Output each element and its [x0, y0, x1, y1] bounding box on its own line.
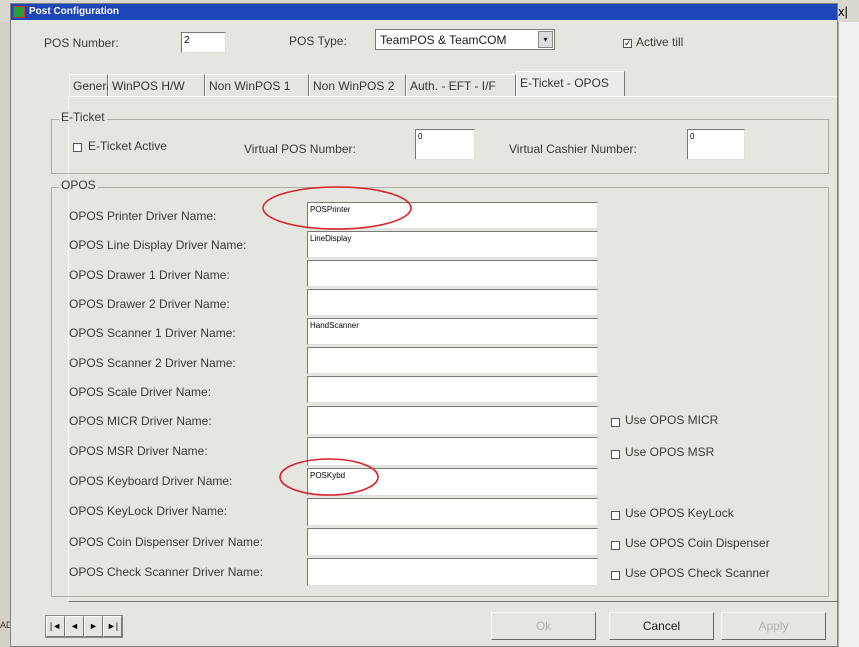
use-opos-coin-dispenser-label: Use OPOS Coin Dispenser	[625, 536, 770, 550]
active-till-checkbox[interactable]: ✓	[623, 39, 632, 48]
opos-printer-label: OPOS Printer Driver Name:	[69, 209, 217, 223]
opos-scanner2-field[interactable]	[307, 347, 598, 374]
opos-micr-label: OPOS MICR Driver Name:	[69, 414, 212, 428]
cancel-button[interactable]: Cancel	[609, 612, 714, 640]
first-record-button[interactable]: |◄	[46, 616, 65, 637]
pos-type-select[interactable]: TeamPOS & TeamCOM ▾	[375, 29, 555, 50]
eticket-group-title: E-Ticket	[59, 110, 107, 124]
opos-group-title: OPOS	[59, 178, 98, 192]
opos-check-scanner-field[interactable]	[307, 558, 598, 586]
record-navigator: |◄ ◄ ► ►|	[45, 615, 123, 638]
window-title: Post Configuration	[29, 6, 119, 17]
use-opos-micr-checkbox[interactable]	[611, 418, 620, 427]
opos-scanner1-label: OPOS Scanner 1 Driver Name:	[69, 326, 236, 340]
virtual-cashier-field[interactable]: 0	[687, 129, 745, 160]
use-opos-check-scanner-checkbox[interactable]	[611, 571, 620, 580]
opos-scanner2-label: OPOS Scanner 2 Driver Name:	[69, 356, 236, 370]
opos-msr-label: OPOS MSR Driver Name:	[69, 444, 208, 458]
tab-auth-eft[interactable]: Auth. - EFT - I/F	[406, 74, 516, 96]
title-bar: Post Configuration	[11, 4, 837, 20]
opos-keylock-label: OPOS KeyLock Driver Name:	[69, 504, 228, 518]
opos-micr-field[interactable]	[307, 406, 598, 435]
use-opos-keylock-checkbox[interactable]	[611, 511, 620, 520]
opos-drawer2-label: OPOS Drawer 2 Driver Name:	[69, 297, 230, 311]
opos-coin-dispenser-field[interactable]	[307, 528, 598, 556]
opos-scanner1-field[interactable]: HandScanner	[307, 318, 598, 345]
app-icon	[13, 6, 25, 18]
opos-printer-field[interactable]: POSPrinter	[307, 202, 598, 229]
last-record-button[interactable]: ►|	[103, 616, 122, 637]
opos-scale-label: OPOS Scale Driver Name:	[69, 385, 212, 399]
use-opos-coin-dispenser-checkbox[interactable]	[611, 541, 620, 550]
tab-non-winpos-2[interactable]: Non WinPOS 2	[309, 74, 406, 96]
use-opos-check-scanner-label: Use OPOS Check Scanner	[625, 566, 770, 580]
use-opos-micr-label: Use OPOS MICR	[625, 413, 719, 427]
next-record-button[interactable]: ►	[84, 616, 103, 637]
eticket-active-label: E-Ticket Active	[88, 139, 167, 153]
virtual-pos-field[interactable]: 0	[415, 129, 475, 160]
virtual-cashier-label: Virtual Cashier Number:	[509, 142, 637, 156]
post-configuration-dialog: Post Configuration POS Number: 2 POS Typ…	[10, 3, 838, 647]
opos-drawer1-label: OPOS Drawer 1 Driver Name:	[69, 268, 230, 282]
use-opos-keylock-label: Use OPOS KeyLock	[625, 506, 734, 520]
use-opos-msr-checkbox[interactable]	[611, 450, 620, 459]
pos-number-label: POS Number:	[44, 36, 119, 50]
opos-keylock-field[interactable]	[307, 498, 598, 526]
opos-drawer2-field[interactable]	[307, 289, 598, 316]
pos-type-label: POS Type:	[289, 34, 347, 48]
opos-keyboard-label: OPOS Keyboard Driver Name:	[69, 474, 233, 488]
opos-scale-field[interactable]	[307, 376, 598, 403]
opos-msr-field[interactable]	[307, 437, 598, 466]
opos-line-display-field[interactable]: LineDisplay	[307, 231, 598, 258]
tab-general[interactable]: General	[69, 74, 116, 96]
previous-record-button[interactable]: ◄	[65, 616, 84, 637]
ok-button[interactable]: Ok	[491, 612, 596, 640]
background-right-panel	[838, 22, 859, 647]
pos-number-field[interactable]: 2	[181, 32, 226, 53]
chevron-down-icon[interactable]: ▾	[538, 31, 553, 48]
opos-keyboard-field[interactable]: POSKybd	[307, 468, 598, 496]
virtual-pos-label: Virtual POS Number:	[244, 142, 356, 156]
opos-coin-dispenser-label: OPOS Coin Dispenser Driver Name:	[69, 535, 264, 549]
pos-type-value: TeamPOS & TeamCOM	[380, 33, 507, 47]
use-opos-msr-label: Use OPOS MSR	[625, 445, 715, 459]
eticket-active-checkbox[interactable]	[73, 143, 82, 152]
opos-check-scanner-label: OPOS Check Scanner Driver Name:	[69, 565, 264, 579]
active-till-label: Active till	[636, 35, 684, 49]
tab-non-winpos-1[interactable]: Non WinPOS 1	[205, 74, 309, 96]
opos-line-display-label: OPOS Line Display Driver Name:	[69, 238, 247, 252]
opos-drawer1-field[interactable]	[307, 260, 598, 287]
apply-button[interactable]: Apply	[721, 612, 826, 640]
tab-eticket-opos[interactable]: E-Ticket - OPOS	[516, 71, 625, 97]
tab-winpos-hw[interactable]: WinPOS H/W	[108, 74, 205, 96]
close-icon[interactable]: x|	[838, 4, 848, 19]
